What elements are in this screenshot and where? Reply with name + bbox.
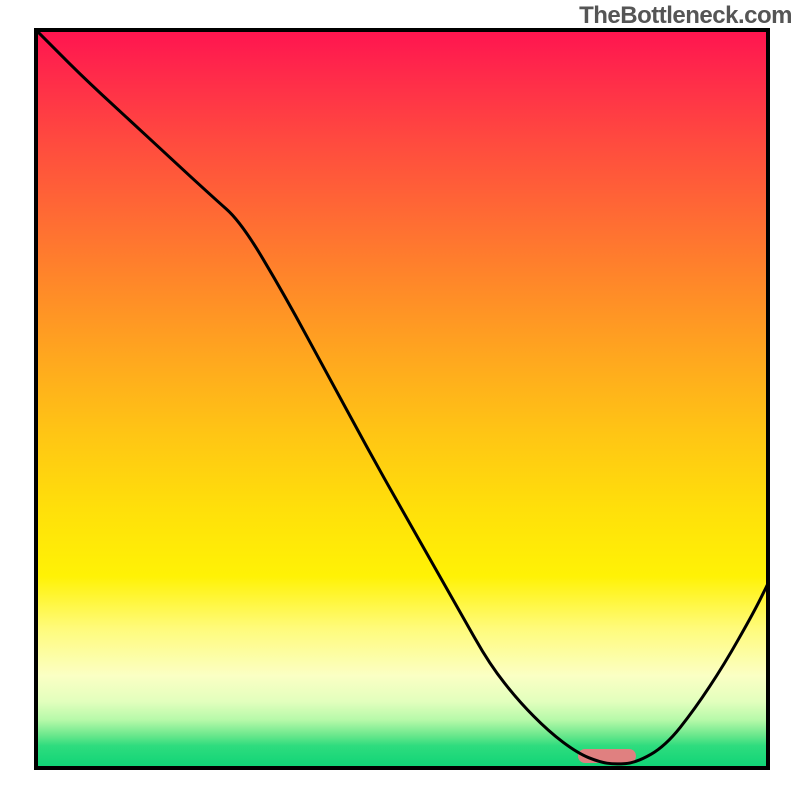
watermark-text: TheBottleneck.com bbox=[579, 2, 792, 30]
chart-container: TheBottleneck.com bbox=[0, 0, 800, 800]
plot-area bbox=[36, 30, 768, 768]
bottleneck-curve bbox=[36, 30, 768, 768]
